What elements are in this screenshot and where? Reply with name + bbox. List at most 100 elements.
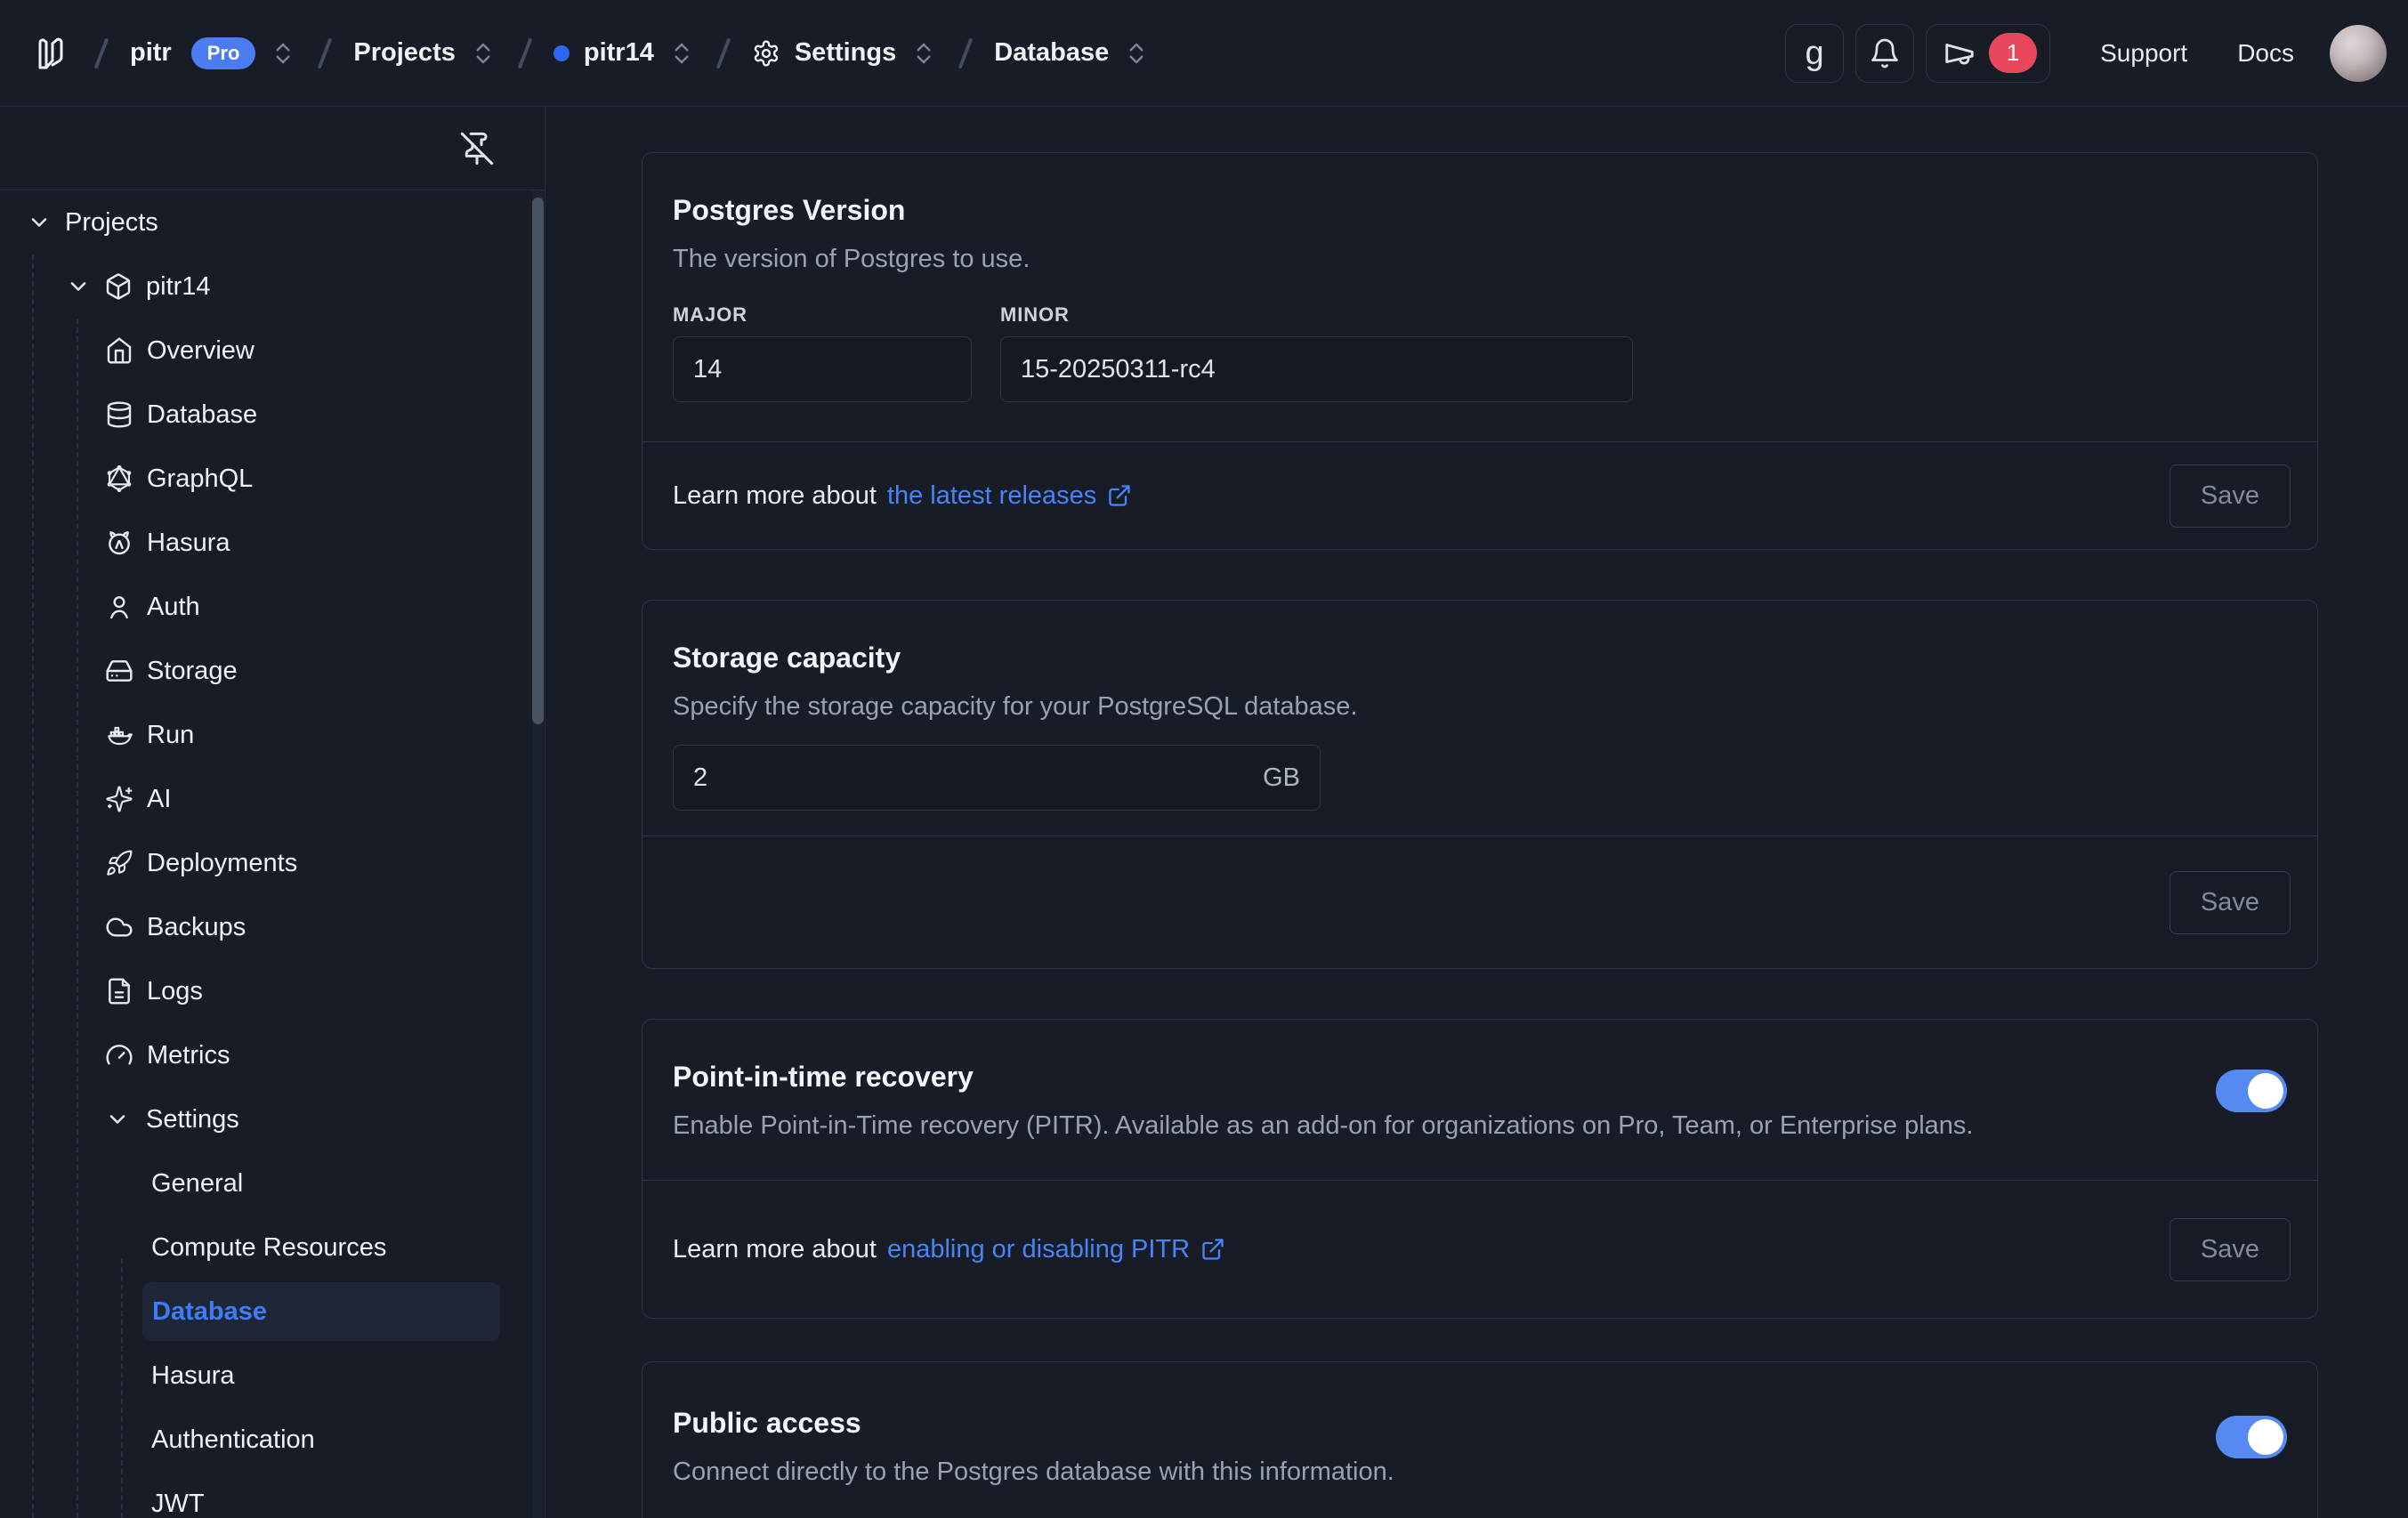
docs-link[interactable]: Docs <box>2237 39 2294 68</box>
top-navbar: pitr Pro Projects pitr14 Settings Databa… <box>0 0 2408 107</box>
card-description: Specify the storage capacity for your Po… <box>673 690 2287 723</box>
breadcrumb-org[interactable]: pitr Pro <box>130 37 296 69</box>
chevrons-up-down-icon <box>470 40 497 67</box>
breadcrumb-separator-icon <box>958 37 974 69</box>
hard-drive-icon <box>105 657 133 685</box>
card-footer-text: Learn more about the latest releases <box>673 481 1132 511</box>
sidebar-item-metrics[interactable]: Metrics <box>0 1023 545 1087</box>
announcements-button[interactable]: 1 <box>1926 24 2050 83</box>
home-icon <box>105 336 133 365</box>
sidebar-item-settings[interactable]: Settings <box>0 1087 545 1151</box>
sidebar-item-settings-general[interactable]: General <box>0 1151 545 1215</box>
tree-label: pitr14 <box>146 272 211 302</box>
tree-label: Overview <box>147 336 255 366</box>
sidebar-item-project-pitr14[interactable]: pitr14 <box>0 254 545 319</box>
tree-label: Projects <box>65 208 158 238</box>
user-icon <box>105 593 133 621</box>
tree-label: Hasura <box>147 529 230 558</box>
gear-icon <box>752 39 780 68</box>
chevrons-up-down-icon <box>668 40 695 67</box>
sidebar-item-run[interactable]: Run <box>0 703 545 767</box>
tree-label: Database <box>147 400 257 430</box>
sidebar-item-settings-database-selected: Database <box>0 1280 545 1344</box>
sidebar-item-settings-authentication[interactable]: Authentication <box>0 1408 545 1472</box>
storage-capacity-value: 2 <box>693 763 707 793</box>
major-version-input[interactable]: 14 <box>673 336 972 402</box>
pin-off-icon <box>459 131 495 166</box>
minor-version-value: 15-20250311-rc4 <box>1021 355 1216 384</box>
tree-label: Settings <box>146 1105 239 1134</box>
sidebar-header <box>0 107 545 190</box>
docker-icon <box>105 721 133 749</box>
card-title: Public access <box>673 1403 1394 1442</box>
plan-badge: Pro <box>191 37 256 69</box>
chevrons-up-down-icon <box>270 40 296 67</box>
sidebar-item-logs[interactable]: Logs <box>0 959 545 1023</box>
breadcrumb-project[interactable]: pitr14 <box>554 38 695 68</box>
sidebar-item-ai[interactable]: AI <box>0 767 545 831</box>
breadcrumb-projects[interactable]: Projects <box>353 38 496 68</box>
sidebar-scrollbar-thumb[interactable] <box>532 198 544 724</box>
save-button[interactable]: Save <box>2170 464 2291 528</box>
breadcrumb-settings[interactable]: Settings <box>752 38 937 68</box>
pitr-toggle[interactable] <box>2216 1070 2287 1112</box>
public-access-card: Public access Connect directly to the Po… <box>642 1361 2318 1518</box>
graphql-icon <box>105 464 133 493</box>
major-label: MAJOR <box>673 303 972 327</box>
public-access-toggle[interactable] <box>2216 1416 2287 1458</box>
file-text-icon <box>105 977 133 1005</box>
selected-settings-item[interactable]: Database <box>142 1282 500 1341</box>
tree-label: JWT <box>151 1490 205 1518</box>
learn-more-prefix: Learn more about <box>673 481 877 511</box>
card-title: Point-in-time recovery <box>673 1057 1973 1096</box>
external-link-icon <box>1200 1237 1225 1262</box>
feedback-button[interactable]: g <box>1785 24 1844 83</box>
rocket-icon <box>105 849 133 877</box>
navbar-actions: g 1 Support Docs <box>1774 24 2396 83</box>
cloud-icon <box>105 913 133 941</box>
card-title: Postgres Version <box>673 190 2287 230</box>
storage-capacity-input[interactable]: 2 GB <box>673 745 1321 811</box>
breadcrumb-separator-icon <box>716 37 731 69</box>
support-link[interactable]: Support <box>2100 39 2187 68</box>
learn-more-prefix: Learn more about <box>673 1235 877 1264</box>
pitr-docs-link[interactable]: enabling or disabling PITR <box>887 1235 1225 1264</box>
hasura-icon <box>105 529 133 557</box>
minor-version-input[interactable]: 15-20250311-rc4 <box>1000 336 1633 402</box>
tree-label: Logs <box>147 977 203 1006</box>
sidebar-item-deployments[interactable]: Deployments <box>0 831 545 895</box>
save-button[interactable]: Save <box>2170 871 2291 934</box>
nhost-logo[interactable] <box>27 30 73 77</box>
latest-releases-link[interactable]: the latest releases <box>887 481 1132 511</box>
link-label: enabling or disabling PITR <box>887 1235 1190 1264</box>
save-button[interactable]: Save <box>2170 1218 2291 1281</box>
breadcrumb-page[interactable]: Database <box>994 38 1150 68</box>
sparkles-icon <box>105 785 133 813</box>
sidebar-item-graphql[interactable]: GraphQL <box>0 447 545 511</box>
unpin-sidebar-button[interactable] <box>456 127 498 170</box>
projects-label: Projects <box>353 38 455 68</box>
tree-label: Run <box>147 721 194 750</box>
sidebar-item-database[interactable]: Database <box>0 383 545 447</box>
card-description: Enable Point-in-Time recovery (PITR). Av… <box>673 1109 1973 1143</box>
sidebar-item-projects-root[interactable]: Projects <box>0 190 545 254</box>
sidebar-item-storage[interactable]: Storage <box>0 639 545 703</box>
card-footer-text: Learn more about enabling or disabling P… <box>673 1235 1225 1264</box>
page-label: Database <box>994 38 1109 68</box>
sidebar-item-backups[interactable]: Backups <box>0 895 545 959</box>
sidebar-item-auth[interactable]: Auth <box>0 575 545 639</box>
gauge-icon <box>105 1041 133 1070</box>
cube-icon <box>104 272 133 301</box>
minor-label: MINOR <box>1000 303 1633 327</box>
notifications-button[interactable] <box>1855 24 1914 83</box>
card-description: Connect directly to the Postgres databas… <box>673 1455 1394 1489</box>
sidebar-item-settings-jwt[interactable]: JWT <box>0 1472 545 1518</box>
sidebar-item-overview[interactable]: Overview <box>0 319 545 383</box>
user-avatar[interactable] <box>2330 25 2387 82</box>
tree-label: General <box>151 1169 243 1199</box>
tree-label: Auth <box>147 593 200 622</box>
sidebar-item-hasura[interactable]: Hasura <box>0 511 545 575</box>
tree-label: AI <box>147 785 171 814</box>
sidebar-item-settings-compute-resources[interactable]: Compute Resources <box>0 1215 545 1280</box>
sidebar-item-settings-hasura[interactable]: Hasura <box>0 1344 545 1408</box>
